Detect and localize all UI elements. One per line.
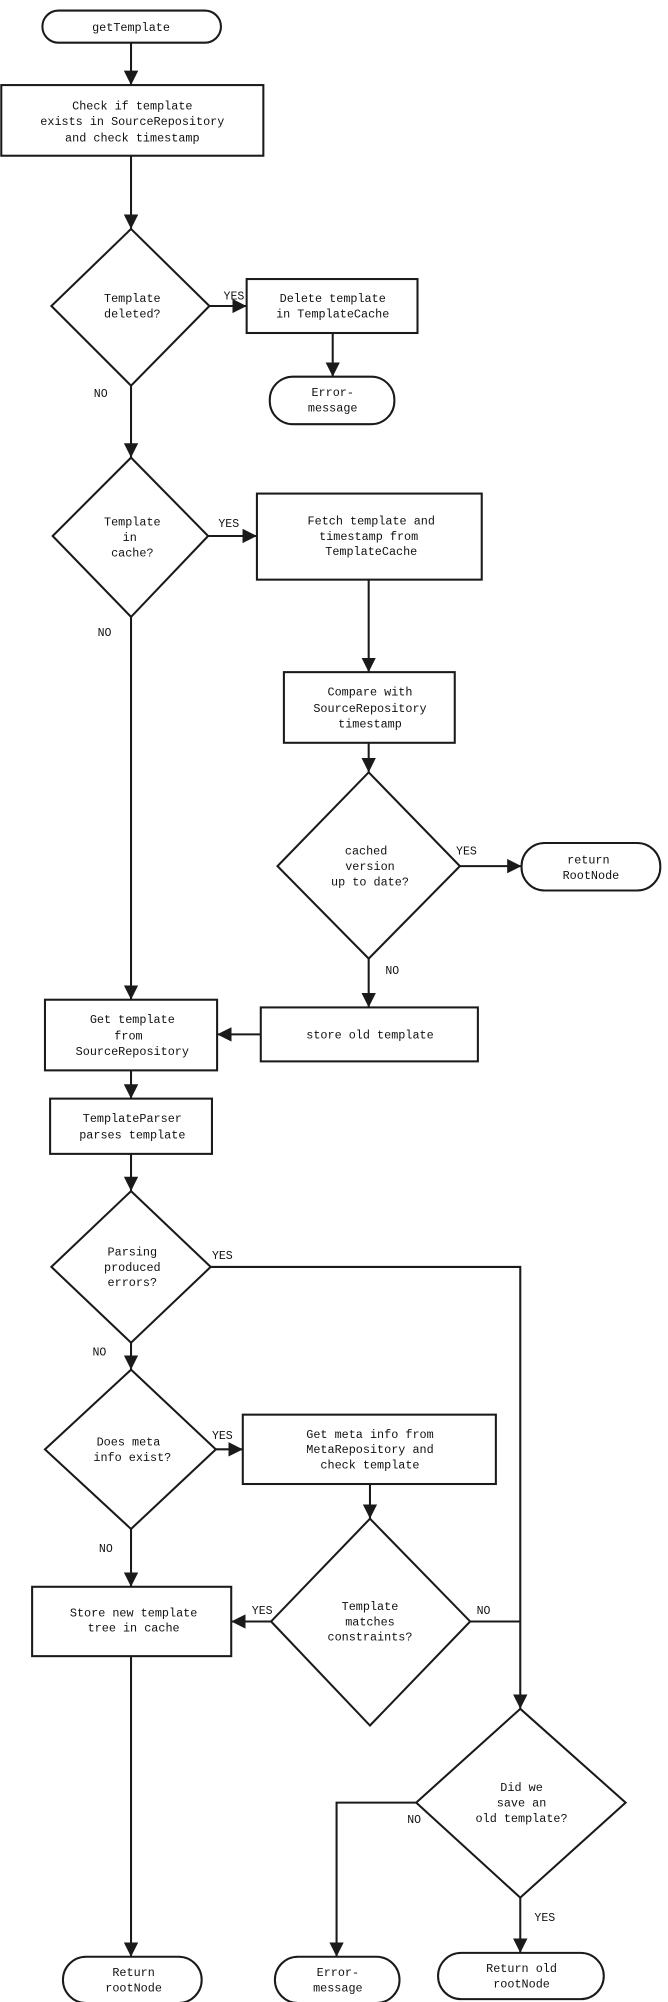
node-text: store old template bbox=[306, 1028, 433, 1042]
label-uptodate-no: NO bbox=[385, 965, 399, 978]
node-text: up to date? bbox=[331, 875, 409, 889]
node-template-parser: TemplateParser parses template bbox=[49, 1097, 213, 1155]
node-text: cached bbox=[345, 845, 387, 859]
node-text: Template bbox=[104, 292, 161, 306]
terminal-return-rootnode: Return rootNode bbox=[61, 1955, 203, 2002]
node-text: Delete template bbox=[280, 292, 386, 306]
node-text: Did we bbox=[500, 1781, 542, 1795]
decision-matches-constraints: Template matches constraints? bbox=[269, 1517, 472, 1728]
node-text: Get template bbox=[90, 1013, 175, 1027]
node-text: Template bbox=[342, 1600, 399, 1614]
node-text: Get meta info from bbox=[306, 1428, 433, 1442]
node-text: Template bbox=[104, 516, 161, 530]
flowchart: YES NO YES NO YES NO YES NO YES NO YES N… bbox=[0, 9, 662, 2002]
node-text: Compare with bbox=[327, 685, 412, 699]
node-get-meta-info: Get meta info from MetaRepository and ch… bbox=[241, 1413, 497, 1486]
node-text: constraints? bbox=[327, 1631, 412, 1645]
label-incache-yes: YES bbox=[218, 518, 239, 531]
decision-saved-old-template: Did we save an old template? bbox=[414, 1707, 628, 1900]
node-fetch-template: Fetch template and timestamp from Templa… bbox=[255, 492, 483, 581]
node-text: MetaRepository and bbox=[306, 1443, 433, 1457]
node-text: timestamp bbox=[338, 717, 402, 731]
node-text: Check if template bbox=[72, 99, 192, 113]
label-deleted-no: NO bbox=[94, 388, 108, 401]
node-text: message bbox=[313, 1981, 363, 1995]
label-savedold-no: NO bbox=[407, 1814, 421, 1827]
node-text: rootNode bbox=[105, 1981, 162, 1995]
node-text: and check timestamp bbox=[65, 132, 200, 146]
node-store-old-template: store old template bbox=[259, 1006, 479, 1063]
decision-parsing-errors: Parsing produced errors? bbox=[49, 1189, 213, 1345]
label-matches-yes: YES bbox=[252, 1605, 273, 1618]
node-text: rootNode bbox=[493, 1978, 550, 1992]
node-text: TemplateParser bbox=[83, 1112, 182, 1126]
node-start: getTemplate bbox=[41, 9, 222, 44]
label-uptodate-yes: YES bbox=[456, 846, 477, 859]
node-text: matches bbox=[345, 1615, 395, 1629]
node-get-template-source: Get template from SourceRepository bbox=[43, 998, 219, 1072]
node-text: Parsing bbox=[108, 1245, 158, 1259]
node-text: message bbox=[308, 401, 358, 415]
label-meta-no: NO bbox=[99, 1543, 113, 1556]
node-text: Return old bbox=[486, 1962, 557, 1976]
decision-cached-up-to-date: cached version up to date? bbox=[276, 770, 462, 961]
node-text: tree in cache bbox=[88, 1622, 180, 1636]
terminal-return-rootnode-cached: return RootNode bbox=[520, 841, 662, 892]
decision-template-deleted: Template deleted? bbox=[49, 227, 211, 388]
node-text: Error- bbox=[317, 1966, 359, 1980]
label-errors-no: NO bbox=[92, 1347, 106, 1360]
node-text: from bbox=[114, 1030, 142, 1044]
node-text: info exist? bbox=[93, 1451, 171, 1465]
label-errors-yes: YES bbox=[212, 1250, 233, 1263]
label-incache-no: NO bbox=[98, 627, 112, 640]
node-delete-template: Delete template in TemplateCache bbox=[245, 278, 419, 335]
node-text: cache? bbox=[111, 547, 153, 561]
node-text: old template? bbox=[476, 1812, 568, 1826]
node-text: check template bbox=[320, 1459, 419, 1473]
label-meta-yes: YES bbox=[212, 1430, 233, 1443]
node-text: Error- bbox=[311, 386, 353, 400]
node-text: save an bbox=[497, 1796, 547, 1810]
node-text: timestamp from bbox=[319, 530, 418, 544]
node-text: Store new template bbox=[70, 1606, 197, 1620]
node-text: produced bbox=[104, 1261, 161, 1275]
node-store-new-template: Store new template tree in cache bbox=[31, 1585, 233, 1658]
label-savedold-yes: YES bbox=[534, 1912, 555, 1925]
node-text: parses template bbox=[79, 1128, 185, 1142]
node-text: TemplateCache bbox=[325, 545, 417, 559]
node-text: in bbox=[123, 531, 137, 545]
node-text: in TemplateCache bbox=[276, 308, 389, 322]
node-text: version bbox=[345, 860, 395, 874]
terminal-error-message-1: Error- message bbox=[268, 375, 396, 426]
node-text: return bbox=[567, 854, 609, 868]
node-text: RootNode bbox=[563, 869, 620, 883]
label-matches-no: NO bbox=[477, 1605, 491, 1618]
node-text: Return bbox=[112, 1966, 154, 1980]
terminal-error-message-2: Error- message bbox=[273, 1955, 401, 2002]
node-text: Fetch template and bbox=[308, 514, 435, 528]
decision-meta-exists: Does meta info exist? bbox=[43, 1368, 218, 1531]
node-text: deleted? bbox=[104, 308, 161, 322]
node-text: SourceRepository bbox=[313, 702, 426, 716]
node-check-exists: Check if template exists in SourceReposi… bbox=[0, 84, 265, 157]
decision-template-in-cache: Template in cache? bbox=[51, 456, 210, 619]
edge-savedold-no bbox=[329, 1801, 417, 1957]
node-compare-timestamp: Compare with SourceRepository timestamp bbox=[282, 671, 456, 744]
label-deleted-yes: YES bbox=[224, 291, 245, 304]
node-text: SourceRepository bbox=[76, 1045, 189, 1059]
node-text: Does meta bbox=[97, 1435, 161, 1449]
node-text: errors? bbox=[108, 1276, 158, 1290]
node-text: exists in SourceRepository bbox=[40, 115, 224, 129]
terminal-return-old-rootnode: Return old rootNode bbox=[437, 1951, 605, 2001]
node-start-text: getTemplate bbox=[92, 21, 170, 35]
